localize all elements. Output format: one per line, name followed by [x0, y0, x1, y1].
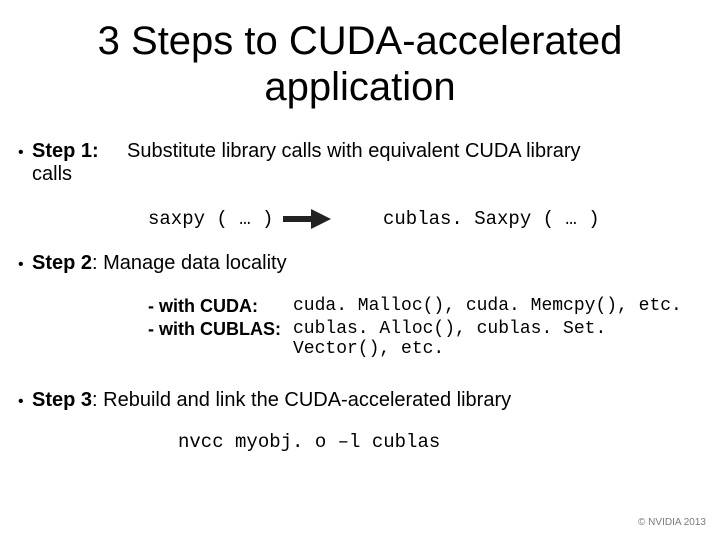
title-line-1: 3 Steps to CUDA-accelerated — [98, 19, 623, 63]
step-1-left: Step 1: calls — [32, 140, 127, 186]
step-1-label: Step 1: — [32, 140, 127, 163]
step-1-wrap: calls — [32, 163, 127, 186]
step-2-line: Step 2: Manage data locality — [32, 252, 702, 275]
slide: 3 Steps to CUDA-accelerated application … — [0, 0, 720, 540]
step-2: • Step 2: Manage data locality — [18, 252, 702, 278]
step-2-row-cublas: - with CUBLAS: cublas. Alloc(), cublas. … — [148, 319, 702, 359]
step-1-code-left: saxpy ( … ) — [148, 208, 283, 230]
step-3-label: Step 3 — [32, 389, 92, 411]
title-line-2: application — [264, 65, 455, 109]
step-2-row1-code: cuda. Malloc(), cuda. Memcpy(), etc. — [293, 296, 702, 317]
step-2-text: : Manage data locality — [92, 252, 287, 274]
bullet-icon: • — [18, 389, 32, 415]
step-2-label: Step 2 — [32, 252, 92, 274]
slide-body: • Step 1: calls Substitute library calls… — [0, 118, 720, 453]
step-3: • Step 3: Rebuild and link the CUDA-acce… — [18, 389, 702, 415]
step-2-row2-label: - with CUBLAS: — [148, 319, 293, 359]
step-2-detail: - with CUDA: cuda. Malloc(), cuda. Memcp… — [18, 296, 702, 359]
arrow-icon — [283, 209, 383, 229]
step-2-row2-code: cublas. Alloc(), cublas. Set. Vector(), … — [293, 319, 702, 359]
step-1: • Step 1: calls Substitute library calls… — [18, 140, 702, 186]
step-3-line: Step 3: Rebuild and link the CUDA-accele… — [32, 389, 702, 412]
bullet-icon: • — [18, 252, 32, 278]
copyright-footer: © NVIDIA 2013 — [638, 517, 706, 528]
step-1-code-right: cublas. Saxpy ( … ) — [383, 208, 702, 230]
bullet-icon: • — [18, 140, 32, 166]
step-2-row1-label: - with CUDA: — [148, 296, 293, 317]
slide-title: 3 Steps to CUDA-accelerated application — [0, 0, 720, 118]
step-1-code-row: saxpy ( … ) cublas. Saxpy ( … ) — [18, 208, 702, 230]
step-2-row-cuda: - with CUDA: cuda. Malloc(), cuda. Memcp… — [148, 296, 702, 317]
step-3-code: nvcc myobj. o –l cublas — [18, 431, 702, 453]
step-3-text: : Rebuild and link the CUDA-accelerated … — [92, 389, 511, 411]
step-1-text: Substitute library calls with equivalent… — [127, 140, 702, 163]
